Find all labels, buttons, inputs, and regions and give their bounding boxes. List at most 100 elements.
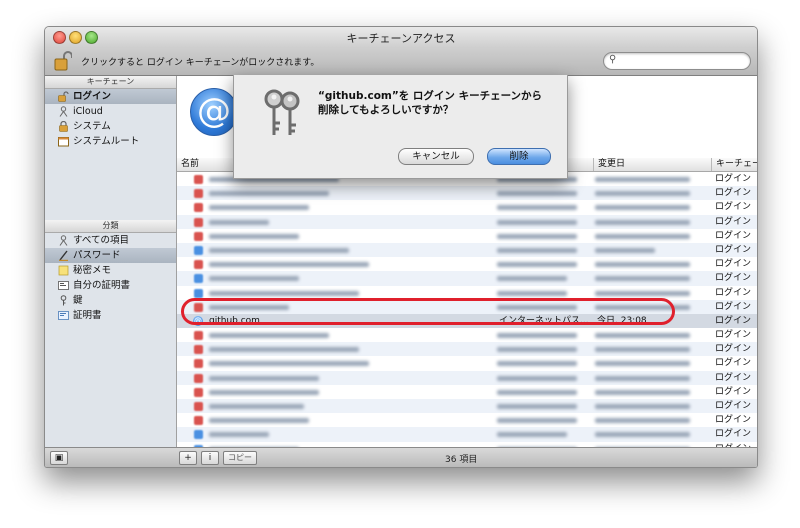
keychain-cell: ログイン	[715, 330, 752, 341]
blurred-date	[595, 233, 690, 239]
keychain-cell: ログイン	[715, 174, 752, 184]
sidebar-item-label: iCloud	[73, 106, 103, 117]
sidebar-item-label: パスワード	[73, 250, 121, 261]
get-info-button[interactable]: i	[201, 451, 219, 465]
key-icon	[194, 231, 203, 241]
search-field[interactable]: ⚲	[603, 52, 751, 70]
table-row[interactable]: ログイン	[177, 229, 757, 243]
table-row[interactable]: ログイン	[177, 413, 757, 427]
key-icon	[194, 260, 203, 270]
blurred-date	[595, 347, 690, 353]
blurred-date	[595, 276, 690, 282]
blurred-date	[595, 247, 655, 253]
lock-open-icon	[58, 91, 69, 102]
lock-open-icon[interactable]	[54, 50, 73, 72]
key-icon	[194, 359, 203, 369]
column-header-modified[interactable]: 変更日	[593, 158, 712, 171]
sidebar-item-label: 鍵	[73, 295, 83, 306]
sidebar-item-certificates[interactable]: 証明書	[45, 308, 176, 323]
blurred-name	[209, 375, 319, 381]
sidebar: キーチェーン ログイン iCloud システム システムルート 分類 すべての項…	[45, 76, 177, 447]
blurred-name	[209, 418, 309, 424]
lock-icon	[58, 120, 69, 132]
lock-status-text: クリックすると ログイン キーチェーンがロックされます。	[81, 58, 320, 68]
blurred-kind	[497, 389, 577, 395]
highlight-annotation	[181, 298, 675, 325]
copy-button[interactable]: コピー	[223, 451, 257, 465]
keychain-cell: ログイン	[715, 372, 752, 383]
blurred-kind	[497, 290, 567, 296]
cancel-button[interactable]: キャンセル	[398, 148, 474, 165]
sidebar-item-passwords[interactable]: パスワード	[45, 248, 176, 263]
sidebar-item-keys[interactable]: 鍵	[45, 293, 176, 308]
note-icon	[58, 265, 69, 276]
person-icon	[58, 106, 69, 117]
blurred-kind	[497, 418, 577, 424]
keychain-cell: ログイン	[715, 415, 752, 426]
blurred-date	[595, 418, 690, 424]
column-header-keychain[interactable]: キーチェー	[711, 158, 757, 171]
blurred-kind	[497, 219, 577, 225]
keychain-cell: ログイン	[715, 216, 752, 227]
sidebar-item-login[interactable]: ログイン	[45, 89, 176, 104]
table-row[interactable]: ログイン	[177, 342, 757, 357]
blurred-name	[209, 432, 269, 438]
delete-button[interactable]: 削除	[487, 148, 551, 165]
table-row[interactable]: ログイン	[177, 427, 757, 442]
blurred-name	[209, 361, 369, 367]
table-row[interactable]: ログイン	[177, 214, 757, 229]
keychain-cell: ログイン	[715, 230, 752, 241]
blurred-name	[209, 347, 359, 353]
show-keychains-button[interactable]: ▣	[50, 451, 68, 465]
blurred-name	[209, 191, 329, 197]
table-row[interactable]: ログイン	[177, 356, 757, 370]
categories-header: 分類	[45, 220, 176, 233]
bottom-bar: ▣ + i コピー 36 項目	[45, 447, 757, 467]
sidebar-item-system-roots[interactable]: システムルート	[45, 134, 176, 149]
key-icon	[194, 203, 203, 213]
blurred-date	[595, 404, 690, 409]
blurred-date	[595, 177, 690, 182]
key-icon	[58, 295, 69, 306]
blurred-name	[209, 276, 299, 282]
sidebar-item-icloud[interactable]: iCloud	[45, 104, 176, 119]
search-icon: ⚲	[609, 54, 617, 65]
table-row[interactable]: ログイン	[177, 385, 757, 399]
table-row[interactable]: ログイン	[177, 370, 757, 385]
sidebar-item-system[interactable]: システム	[45, 119, 176, 134]
sidebar-item-all-items[interactable]: すべての項目	[45, 233, 176, 248]
key-icon	[194, 416, 203, 426]
table-row[interactable]: ログイン	[177, 186, 757, 201]
blurred-kind	[497, 276, 567, 282]
add-item-button[interactable]: +	[179, 451, 197, 465]
at-sign-icon: @	[190, 88, 238, 136]
table-row[interactable]: ログイン	[177, 242, 757, 258]
blurred-name	[209, 205, 309, 211]
key-icon	[194, 387, 203, 397]
person-icon	[58, 235, 69, 246]
keychain-cell: ログイン	[715, 259, 752, 270]
sidebar-item-label: システム	[73, 121, 111, 132]
folder-icon	[58, 136, 69, 147]
key-icon	[194, 274, 203, 284]
blurred-kind	[497, 404, 577, 409]
blurred-name	[209, 233, 299, 239]
title-bar[interactable]: キーチェーンアクセス	[45, 27, 757, 47]
key-icon	[194, 175, 203, 184]
table-row[interactable]: ログイン	[177, 257, 757, 271]
blurred-name	[209, 389, 319, 395]
sidebar-item-my-certificates[interactable]: 自分の証明書	[45, 278, 176, 293]
blurred-date	[595, 333, 690, 339]
table-row[interactable]: ログイン	[177, 200, 757, 214]
keychain-cell: ログイン	[715, 401, 752, 411]
table-row[interactable]: ログイン	[177, 399, 757, 414]
sidebar-item-secure-notes[interactable]: 秘密メモ	[45, 263, 176, 278]
keychain-cell: ログイン	[715, 202, 752, 213]
keychain-cell: ログイン	[715, 188, 752, 199]
table-row[interactable]: ログイン	[177, 271, 757, 286]
key-pencil-icon	[58, 250, 69, 262]
toolbar: クリックすると ログイン キーチェーンがロックされます。 ⚲	[45, 47, 757, 76]
table-row[interactable]: ログイン	[177, 328, 757, 342]
blurred-name	[209, 290, 359, 296]
blurred-date	[595, 262, 690, 268]
